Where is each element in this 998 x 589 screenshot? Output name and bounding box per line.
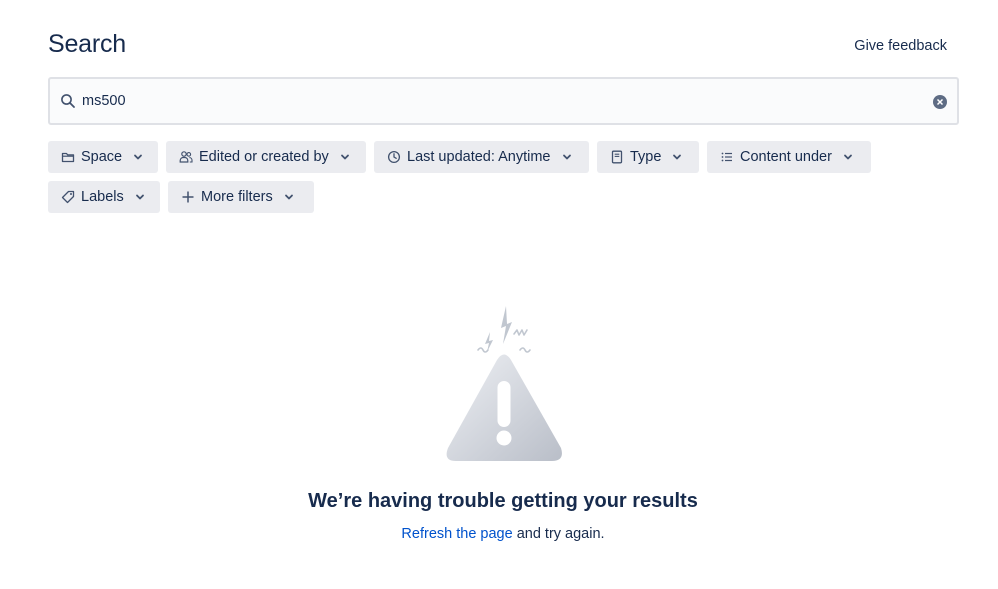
refresh-page-link[interactable]: Refresh the page — [401, 526, 512, 542]
filter-label: Labels — [81, 189, 124, 205]
filter-label: More filters — [201, 189, 273, 205]
filter-type-button[interactable]: Type — [597, 141, 699, 173]
chevron-down-icon — [671, 151, 683, 163]
chevron-down-icon — [134, 191, 146, 203]
filter-label: Edited or created by — [199, 149, 329, 165]
chevron-down-icon — [842, 151, 854, 163]
chevron-down-icon — [339, 151, 351, 163]
people-icon — [179, 150, 193, 164]
error-message-rest: and try again. — [512, 526, 605, 542]
plus-icon — [181, 190, 195, 204]
chevron-down-icon — [561, 151, 573, 163]
error-message: Refresh the page and try again. — [0, 526, 998, 542]
filter-label: Last updated: Anytime — [407, 149, 551, 165]
give-feedback-link[interactable]: Give feedback — [854, 38, 947, 54]
clock-icon — [387, 150, 401, 164]
chevron-down-icon — [283, 191, 295, 203]
search-icon — [60, 93, 76, 109]
error-title: We’re having trouble getting your result… — [308, 490, 698, 512]
filter-content-under-button[interactable]: Content under — [707, 141, 871, 173]
search-box[interactable] — [48, 77, 959, 125]
warning-triangle-icon — [440, 300, 570, 468]
tag-icon — [61, 190, 75, 204]
page-icon — [610, 150, 624, 164]
filter-label: Type — [630, 149, 662, 165]
folder-icon — [61, 150, 75, 164]
page-title: Search — [48, 30, 127, 58]
filter-label: Content under — [740, 149, 832, 165]
chevron-down-icon — [132, 151, 144, 163]
list-icon — [720, 150, 734, 164]
filter-edited-by-button[interactable]: Edited or created by — [166, 141, 366, 173]
clear-icon[interactable] — [933, 95, 947, 109]
filter-space-button[interactable]: Space — [48, 141, 158, 173]
filter-label: Space — [81, 149, 123, 165]
filter-labels-button[interactable]: Labels — [48, 181, 160, 213]
filter-last-updated-button[interactable]: Last updated: Anytime — [374, 141, 589, 173]
search-input[interactable] — [82, 93, 902, 109]
more-filters-button[interactable]: More filters — [168, 181, 314, 213]
